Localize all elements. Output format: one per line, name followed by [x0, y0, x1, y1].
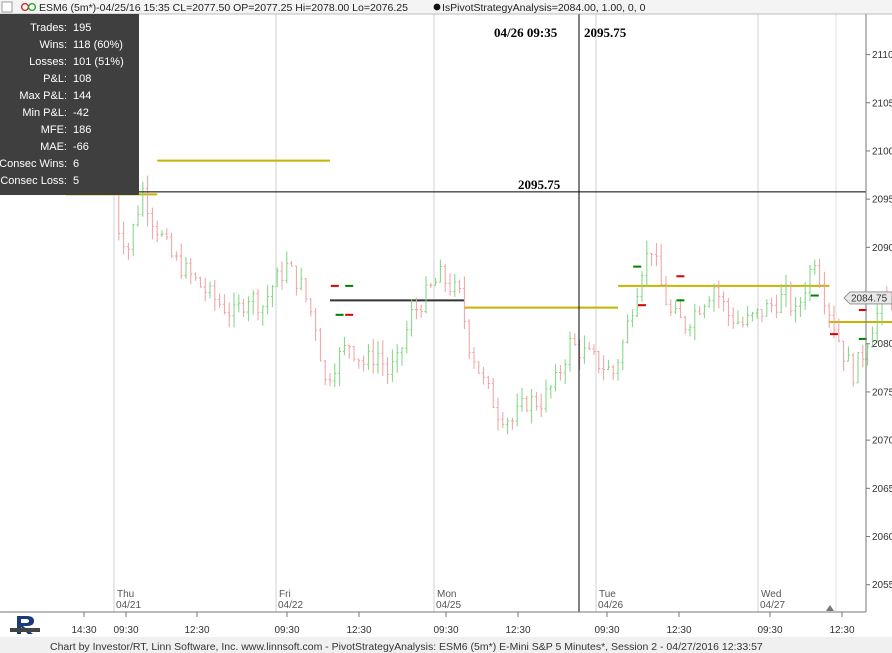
- time-tick-label: 09:30: [594, 625, 619, 636]
- day-date-label: 04/27: [760, 600, 785, 611]
- stats-row-value: 108: [73, 73, 91, 85]
- price-axis[interactable]: 2055206020652070207520802085209020952100…: [865, 14, 892, 612]
- stats-row-label: MAE:: [40, 141, 67, 153]
- price-tick-label: 2080: [872, 339, 892, 350]
- stats-row-label: MFE:: [41, 124, 67, 136]
- stats-row-label: Consec Loss:: [0, 175, 67, 187]
- footer-bar: Chart by Investor/RT, Linn Software, Inc…: [0, 637, 892, 653]
- investor-rt-logo: [10, 613, 40, 635]
- price-tick-label: 2060: [872, 532, 892, 543]
- indicator-dot-icon: [433, 3, 441, 11]
- price-tick-label: 2100: [872, 146, 892, 157]
- time-tick-label: 12:30: [666, 625, 691, 636]
- stats-row-value: -66: [73, 141, 89, 153]
- crosshair-line-price-label: 2095.75: [518, 177, 561, 192]
- time-tick-label: 14:30: [71, 625, 96, 636]
- stats-row-value: 144: [73, 90, 91, 102]
- crosshair-time-label: 04/26 09:35: [494, 25, 558, 40]
- chart-canvas[interactable]: Thu04/21 Fri04/22 Mon04/25 Tue04/26 Wed04/27…: [0, 0, 892, 653]
- day-date-label: 04/21: [116, 600, 141, 611]
- price-tick-label: 2110: [872, 50, 892, 61]
- stats-row-value: 101 (51%): [73, 56, 124, 68]
- stats-row-value: 6: [73, 158, 79, 170]
- last-price-label: 2084.75: [851, 293, 888, 304]
- time-axis[interactable]: 14:30 09:30 12:30 09:30 12:30 09:30 12:30 09:30…: [0, 611, 866, 636]
- time-tick-label: 09:30: [757, 625, 782, 636]
- price-tick-label: 2065: [872, 484, 892, 495]
- day-name-label: Wed: [761, 589, 781, 600]
- stats-row-value: 195: [73, 22, 91, 34]
- price-tick-label: 2105: [872, 98, 892, 109]
- day-date-label: 04/25: [436, 600, 461, 611]
- panel-toggle[interactable]: [1, 1, 13, 13]
- price-tick-label: 2075: [872, 387, 892, 398]
- price-bars: [112, 175, 892, 435]
- day-name-label: Mon: [437, 589, 456, 600]
- price-tick-label: 2070: [872, 436, 892, 447]
- stats-row-label: Min P&L:: [22, 107, 67, 119]
- stats-row-label: Losses:: [29, 56, 67, 68]
- price-tick-label: 2095: [872, 195, 892, 206]
- time-tick-label: 12:30: [505, 625, 530, 636]
- grid-layer: Thu04/21 Fri04/22 Mon04/25 Tue04/26 Wed04/27: [113, 14, 837, 612]
- header-bar: ESM6 (5m*)-04/25/16 15:35 CL=2077.50 OP=…: [0, 0, 892, 15]
- price-tick-label: 2090: [872, 243, 892, 254]
- stats-row-label: Consec Wins:: [0, 158, 67, 170]
- stats-row-value: 186: [73, 124, 91, 136]
- time-tick-label: 12:30: [346, 625, 371, 636]
- day-name-label: Fri: [279, 589, 291, 600]
- last-price-tag: 2084.75: [843, 291, 892, 304]
- stats-row-value: -42: [73, 107, 89, 119]
- footer-credit: Chart by Investor/RT, Linn Software, Inc…: [50, 641, 763, 653]
- indicator-values-text: IsPivotStrategyAnalysis=2084.00, 1.00, 0…: [442, 2, 646, 14]
- day-date-label: 04/22: [278, 600, 303, 611]
- time-tick-label: 09:30: [113, 625, 138, 636]
- stats-row-value: 118 (60%): [73, 39, 123, 51]
- day-name-label: Tue: [599, 589, 616, 600]
- stats-row-label: Max P&L:: [19, 90, 67, 102]
- crosshair-price-label: 2095.75: [584, 25, 627, 40]
- stats-row-value: 5: [73, 175, 79, 187]
- stats-panel: Trades: 195 Wins: 118 (60%) Losses: 101 (51%)…: [0, 14, 139, 195]
- time-tick-label: 12:30: [829, 625, 854, 636]
- price-tick-label: 2055: [872, 580, 892, 591]
- time-tick-label: 09:30: [274, 625, 299, 636]
- time-tick-label: 12:30: [184, 625, 209, 636]
- scroll-arrow-icon[interactable]: [826, 605, 834, 611]
- day-date-label: 04/26: [598, 600, 623, 611]
- day-name-label: Thu: [117, 589, 134, 600]
- stats-row-label: Wins:: [40, 39, 68, 51]
- stats-row-label: Trades:: [30, 22, 67, 34]
- stats-row-label: P&L:: [43, 73, 67, 85]
- symbol-quote-text: ESM6 (5m*)-04/25/16 15:35 CL=2077.50 OP=…: [39, 2, 408, 14]
- pivot-lines: [66, 159, 892, 324]
- time-tick-label: 09:30: [433, 625, 458, 636]
